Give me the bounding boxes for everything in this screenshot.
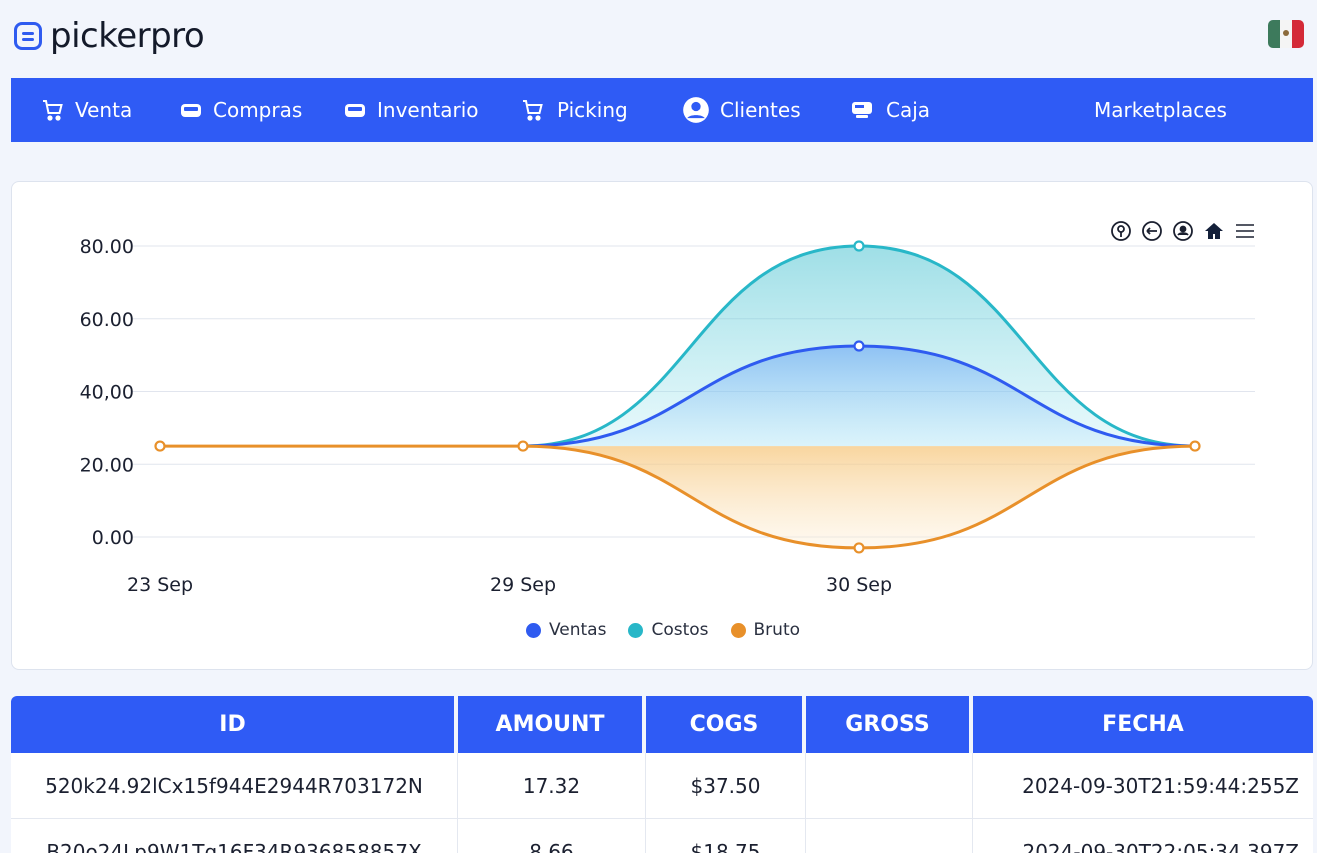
nav-item-label: Compras <box>213 98 303 122</box>
nav-item-venta[interactable]: Venta <box>41 78 132 142</box>
cell-cogs: $37.50 <box>646 753 806 819</box>
x-tick-label: 23 Sep <box>127 574 193 596</box>
mexico-flag-icon[interactable] <box>1268 20 1304 48</box>
point-bruto <box>154 440 166 452</box>
nav-item-label: Picking <box>557 98 628 122</box>
brand-logo[interactable]: pickerpro <box>14 16 205 56</box>
x-tick-label: 29 Sep <box>490 574 556 596</box>
column-header-cogs[interactable]: COGS <box>646 696 806 753</box>
point-ventas <box>853 340 865 352</box>
y-tick-label: 60.00 <box>80 309 134 331</box>
cell-amount: 8.66 <box>458 819 646 853</box>
cart-icon <box>43 100 63 121</box>
brand-name: pickerpro <box>50 16 205 56</box>
logo-icon <box>14 22 42 50</box>
box-icon <box>181 104 201 117</box>
nav-item-marketplaces[interactable]: Marketplaces <box>1094 78 1227 142</box>
y-tick-label: 80.00 <box>80 236 134 258</box>
legend-dot <box>525 622 541 638</box>
top-bar: pickerpro <box>0 0 1317 76</box>
legend-label: Bruto <box>753 620 801 640</box>
nav-item-caja[interactable]: Caja <box>848 78 930 142</box>
legend-label: Ventas <box>548 620 607 640</box>
cell-cogs: $18.75 <box>646 819 806 853</box>
pan-icon[interactable] <box>1172 220 1194 242</box>
nav-item-compras[interactable]: Compras <box>179 78 302 142</box>
sales-chart-card: 80.00 60.00 40,00 20.00 0.00 23 Sep 29 Sep 30 S… <box>11 181 1313 670</box>
point-bruto <box>517 440 529 452</box>
cell-fecha: 2024-09-30T21:59:44:255Z <box>973 753 1313 819</box>
cell-gross <box>806 753 973 819</box>
legend-item-bruto[interactable]: Bruto <box>730 620 801 640</box>
point-bruto <box>853 542 865 554</box>
nav-item-picking[interactable]: Picking <box>519 78 628 142</box>
cell-gross <box>806 819 973 853</box>
user-icon <box>683 97 709 123</box>
cart-icon <box>523 100 543 121</box>
nav-item-label: Marketplaces <box>1094 98 1227 122</box>
point-bruto <box>1189 440 1201 452</box>
box-icon <box>345 104 365 117</box>
cell-id: 520k24.92lCx15f944E2944R703172N <box>11 753 458 819</box>
cell-id: B20o24Lp9W1Tq16F34R936858857X <box>11 819 458 853</box>
table-row[interactable]: B20o24Lp9W1Tq16F34R936858857X 8.66 $18.7… <box>11 819 1313 853</box>
point-costos <box>853 240 865 252</box>
cell-fecha: 2024-09-30T22:05:34.397Z <box>973 819 1313 853</box>
chart-toolbar <box>1110 220 1256 242</box>
chart-legend: Ventas Costos Bruto <box>12 620 1314 640</box>
cell-amount: 17.32 <box>458 753 646 819</box>
legend-item-costos[interactable]: Costos <box>628 620 709 640</box>
legend-label: Costos <box>651 620 709 640</box>
zoom-in-icon[interactable] <box>1110 220 1132 242</box>
nav-item-label: Clientes <box>720 98 801 122</box>
nav-item-inventario[interactable]: Inventario <box>343 78 479 142</box>
table-header-row: ID AMOUNT COGS GROSS FECHA <box>11 696 1313 753</box>
y-tick-label: 40,00 <box>80 382 134 404</box>
legend-dot <box>628 622 644 638</box>
sales-chart[interactable]: 80.00 60.00 40,00 20.00 0.00 23 Sep 29 Sep 30 S… <box>12 182 1314 612</box>
orders-table: ID AMOUNT COGS GROSS FECHA 520k24.92lCx1… <box>11 696 1313 853</box>
nav-item-clientes[interactable]: Clientes <box>682 78 801 142</box>
x-tick-label: 30 Sep <box>826 574 892 596</box>
legend-dot <box>730 622 746 638</box>
zoom-out-icon[interactable] <box>1141 220 1163 242</box>
legend-item-ventas[interactable]: Ventas <box>525 620 607 640</box>
home-icon[interactable] <box>1203 220 1225 242</box>
nav-item-label: Venta <box>75 98 133 122</box>
nav-item-label: Inventario <box>377 98 479 122</box>
menu-icon[interactable] <box>1234 220 1256 242</box>
column-header-amount[interactable]: AMOUNT <box>458 696 646 753</box>
register-icon <box>852 102 872 118</box>
column-header-gross[interactable]: GROSS <box>806 696 973 753</box>
y-tick-label: 0.00 <box>92 527 134 549</box>
nav-item-label: Caja <box>886 98 931 122</box>
column-header-id[interactable]: ID <box>11 696 458 753</box>
main-nav: Venta Compras Inventario Picking Cliente… <box>11 78 1313 142</box>
column-header-fecha[interactable]: FECHA <box>973 696 1313 753</box>
table-row[interactable]: 520k24.92lCx15f944E2944R703172N 17.32 $3… <box>11 753 1313 819</box>
y-tick-label: 20.00 <box>80 454 134 476</box>
